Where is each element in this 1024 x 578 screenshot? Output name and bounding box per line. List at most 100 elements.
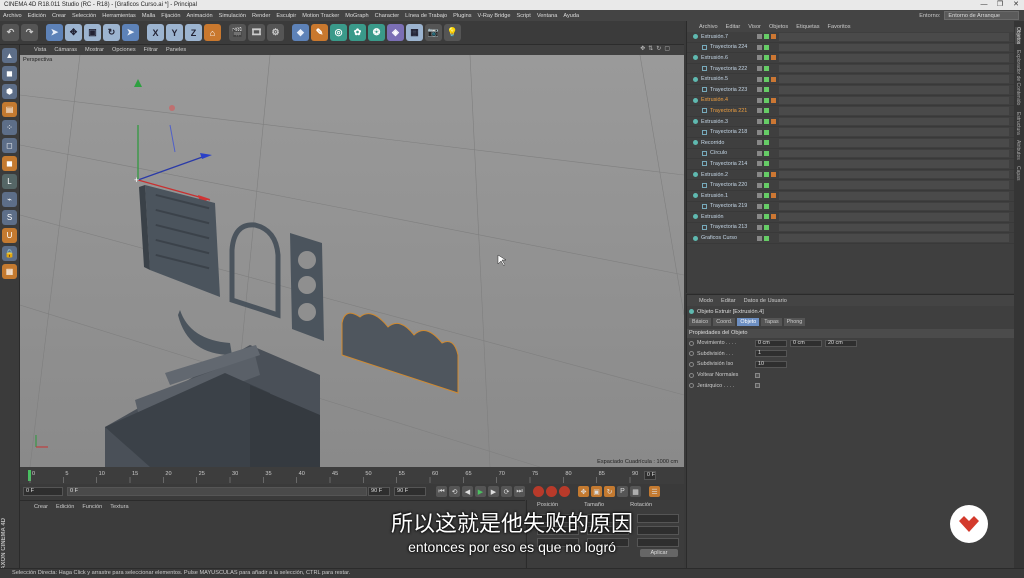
redo-icon[interactable]: ↷ <box>21 24 38 41</box>
animate-toggle-icon[interactable] <box>689 383 694 389</box>
render-view-icon[interactable]: 🎬 <box>229 24 246 41</box>
visibility-flags[interactable] <box>757 55 778 61</box>
prev-frame-icon[interactable]: ◀ <box>462 486 473 497</box>
menu-vray-bridge[interactable]: V-Ray Bridge <box>478 13 511 19</box>
vp-menu-filtrar[interactable]: Filtrar <box>144 47 158 53</box>
key-scale-icon[interactable]: ▣ <box>591 486 602 497</box>
next-key-icon[interactable]: ⟳ <box>501 486 512 497</box>
menu-crear[interactable]: Crear <box>52 13 66 19</box>
play-icon[interactable]: ▶ <box>475 486 486 497</box>
recent-tool-icon[interactable]: ➤ <box>122 24 139 41</box>
keyframe-selection-icon[interactable] <box>559 486 570 497</box>
object-row[interactable]: Extrusión.6 <box>687 53 1014 64</box>
key-parameter-icon[interactable]: P <box>617 486 628 497</box>
vp-menu-mostrar[interactable]: Mostrar <box>85 47 104 53</box>
menu-archivo[interactable]: Archivo <box>3 13 22 19</box>
object-row[interactable]: Trayectoria 221 <box>687 106 1014 117</box>
y-axis-lock-icon[interactable]: Y <box>166 24 183 41</box>
object-row[interactable]: Extrusión.4 <box>687 96 1014 107</box>
movimiento-z-field[interactable]: 20 cm <box>825 339 857 347</box>
animate-toggle-icon[interactable] <box>689 340 694 346</box>
obj-menu-favoritos[interactable]: Favoritos <box>828 24 851 30</box>
go-to-start-icon[interactable]: ⏮ <box>436 486 447 497</box>
make-editable-icon[interactable]: ▲ <box>2 48 17 63</box>
current-frame-field[interactable]: 0 F <box>643 471 656 480</box>
animate-toggle-icon[interactable] <box>689 372 694 378</box>
frame-range-slider[interactable]: 0 F <box>67 487 367 496</box>
menu-script[interactable]: Script <box>517 13 531 19</box>
rot-p-field[interactable] <box>637 526 679 535</box>
menu-simulacion[interactable]: Simulación <box>219 13 246 19</box>
object-row[interactable]: Extrusión.7 <box>687 32 1014 43</box>
dock-tab-explorador[interactable]: Explorador de Contenido <box>1015 50 1021 105</box>
menu-seleccion[interactable]: Selección <box>72 13 96 19</box>
attr-menu-modo[interactable]: Modo <box>699 298 713 304</box>
object-row[interactable]: Extrusión.2 <box>687 170 1014 181</box>
mat-menu-textura[interactable]: Textura <box>110 504 128 510</box>
object-row[interactable]: Trayectoria 220 <box>687 180 1014 191</box>
x-axis-lock-icon[interactable]: X <box>147 24 164 41</box>
visibility-flags[interactable] <box>757 129 771 135</box>
visibility-flags[interactable] <box>757 150 771 156</box>
autokey-icon[interactable] <box>546 486 557 497</box>
movimiento-y-field[interactable]: 0 cm <box>790 339 822 347</box>
dock-tab-capas[interactable]: Capas <box>1015 166 1021 180</box>
movimiento-x-field[interactable]: 0 cm <box>755 339 787 347</box>
rot-h-field[interactable] <box>637 514 679 523</box>
pen-spline-icon[interactable]: ✎ <box>311 24 328 41</box>
dock-tab-objetos[interactable]: Objetos <box>1015 27 1021 45</box>
visibility-flags[interactable] <box>757 119 778 125</box>
menu-character[interactable]: Character <box>375 13 400 19</box>
next-frame-icon[interactable]: ▶ <box>488 486 499 497</box>
maximize-button[interactable]: ❐ <box>992 0 1008 10</box>
object-row[interactable]: Extrusión.1 <box>687 191 1014 202</box>
object-row[interactable]: Trayectoria 222 <box>687 64 1014 75</box>
snap-icon[interactable]: S <box>2 210 17 225</box>
jerarquico-checkbox[interactable] <box>755 383 760 389</box>
key-pla-icon[interactable]: ▦ <box>630 486 641 497</box>
menu-linea-de-trabajo[interactable]: Línea de Trabajo <box>405 13 447 19</box>
visibility-flags[interactable] <box>757 224 771 230</box>
visibility-flags[interactable] <box>757 214 778 220</box>
obj-menu-visor[interactable]: Visor <box>748 24 761 30</box>
animate-toggle-icon[interactable] <box>689 351 694 357</box>
cloner-icon[interactable]: ❂ <box>368 24 385 41</box>
voltear-normales-checkbox[interactable] <box>755 372 760 378</box>
menu-fijacion[interactable]: Fijación <box>161 13 180 19</box>
layout-dropdown[interactable]: Entorno de Arranque <box>944 11 1019 20</box>
edges-mode-icon[interactable]: ◻ <box>2 138 17 153</box>
prev-key-icon[interactable]: ⟲ <box>449 486 460 497</box>
camera-icon[interactable]: 📷 <box>425 24 442 41</box>
obj-menu-objetos[interactable]: Objetos <box>769 24 788 30</box>
object-row[interactable]: Graficos Curso <box>687 233 1014 244</box>
deformer-icon[interactable]: ◈ <box>387 24 404 41</box>
size-z-field[interactable] <box>587 538 629 547</box>
object-row[interactable]: Extrusión <box>687 212 1014 223</box>
visibility-flags[interactable] <box>757 172 778 178</box>
menu-esculpir[interactable]: Esculpir <box>276 13 296 19</box>
object-row[interactable]: Trayectoria 214 <box>687 159 1014 170</box>
floor-scene-icon[interactable]: ▦ <box>406 24 423 41</box>
attr-menu-datos-usuario[interactable]: Datos de Usuario <box>744 298 787 304</box>
coord-y-field[interactable] <box>537 526 579 535</box>
viewport-nav-icons[interactable]: ✥⇅↻▢ <box>640 45 673 52</box>
menu-mograph[interactable]: MoGraph <box>345 13 368 19</box>
light-icon[interactable]: 💡 <box>444 24 461 41</box>
tab-tapas[interactable]: Tapas <box>761 317 782 326</box>
cube-primitive-icon[interactable]: ◆ <box>292 24 309 41</box>
menu-plugins[interactable]: Plugins <box>453 13 471 19</box>
menu-edicion[interactable]: Edición <box>28 13 46 19</box>
object-row[interactable]: Trayectoria 219 <box>687 202 1014 213</box>
dock-tab-estructura[interactable]: Estructura <box>1015 112 1021 135</box>
menu-motion-tracker[interactable]: Motion Tracker <box>302 13 339 19</box>
points-mode-icon[interactable]: ⁘ <box>2 120 17 135</box>
subdivision-iso-field[interactable]: 10 <box>755 360 787 368</box>
tweak-mode-icon[interactable]: ⌁ <box>2 192 17 207</box>
menu-render[interactable]: Render <box>252 13 270 19</box>
object-row[interactable]: Círculo <box>687 149 1014 160</box>
tab-phong[interactable]: Phong <box>783 317 806 326</box>
apply-button[interactable]: Aplicar <box>640 549 678 557</box>
axis-mode-icon[interactable]: L <box>2 174 17 189</box>
coordinate-system-icon[interactable]: ⌂ <box>204 24 221 41</box>
go-to-end-icon[interactable]: ⏭ <box>514 486 525 497</box>
